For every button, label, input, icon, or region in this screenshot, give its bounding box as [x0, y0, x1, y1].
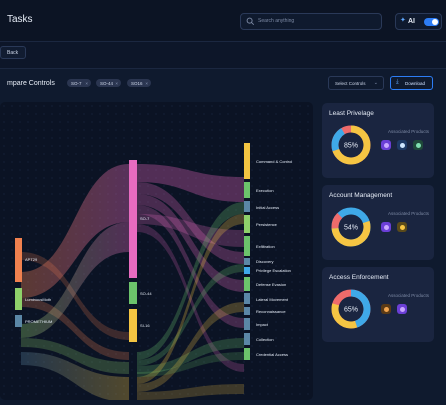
associated-products-label: Associated Products: [387, 211, 429, 216]
product-icon[interactable]: [397, 140, 407, 150]
product-icon[interactable]: [381, 222, 391, 232]
node-credential-access[interactable]: [244, 348, 250, 360]
node-lateral-movement[interactable]: [244, 293, 250, 304]
label-si-16: SI-16: [140, 323, 150, 328]
label-apt29: APT29: [25, 257, 38, 262]
donut-chart: 85%: [331, 125, 371, 165]
search-placeholder: Search anything: [258, 18, 295, 24]
donut-chart: 65%: [331, 289, 371, 329]
label-privilege-escalation: Privilege Escalation: [256, 268, 291, 273]
node-privilege-escalation[interactable]: [244, 267, 250, 274]
label-so-7: SO-7: [140, 216, 150, 221]
node-apt29[interactable]: [15, 238, 22, 282]
download-label: Download: [405, 81, 426, 86]
sankey-chart: APT29 LuminousMoth PROMETHIUM SO-7 SO-44…: [0, 102, 313, 400]
node-reconnaissance[interactable]: [244, 307, 250, 315]
page-title: Tasks: [7, 14, 33, 25]
label-promethium: PROMETHIUM: [25, 319, 53, 324]
associated-products-label: Associated Products: [387, 129, 429, 134]
label-initial-access: Initial Access: [256, 205, 280, 210]
donut-percent: 54%: [344, 225, 358, 232]
card-access-enforcement[interactable]: Access Enforcement 65% Associated Produc…: [322, 267, 434, 342]
node-so-7[interactable]: [129, 160, 137, 278]
card-least-privilege[interactable]: Least Privelage 85% Associated Products: [322, 103, 434, 178]
ai-label: AI: [408, 18, 415, 25]
donut-chart: 54%: [331, 207, 371, 247]
node-command-control[interactable]: [244, 143, 250, 179]
node-collection[interactable]: [244, 333, 250, 345]
label-defense-evasion: Defense Evasion: [256, 282, 287, 287]
label-collection: Collection: [256, 337, 274, 342]
label-exfiltration: Exfiltration: [256, 244, 275, 249]
product-icon[interactable]: [381, 140, 391, 150]
compare-title: mpare Controls: [7, 80, 55, 87]
node-promethium[interactable]: [15, 315, 22, 327]
card-account-management[interactable]: Account Management 54% Associated Produc…: [322, 185, 434, 260]
back-button[interactable]: Back: [0, 46, 26, 59]
label-impact: Impact: [256, 322, 269, 327]
top-bar: Tasks Search anything ✦ AI: [0, 0, 446, 42]
close-icon[interactable]: ×: [85, 81, 88, 86]
compare-panel: mpare Controls SO-7 × SO-44 × SO16 × Select…: [0, 68, 446, 405]
label-persistence: Persistence: [256, 222, 277, 227]
node-luminousmoth[interactable]: [15, 288, 22, 310]
node-initial-access[interactable]: [244, 201, 250, 212]
select-label: Select Controls: [335, 81, 366, 86]
node-exfiltration[interactable]: [244, 236, 250, 256]
chip-label: SO-44: [100, 80, 114, 86]
chip-label: SO16: [131, 80, 143, 86]
label-reconnaissance: Reconnaissance: [256, 309, 286, 314]
select-controls-dropdown[interactable]: Select Controls ⌄: [328, 76, 384, 90]
card-title: Least Privelage: [329, 110, 374, 117]
search-icon: [246, 17, 255, 26]
download-icon: ⤓: [396, 79, 399, 85]
node-defense-evasion[interactable]: [244, 277, 250, 291]
donut-percent: 65%: [344, 307, 358, 314]
product-icon[interactable]: [397, 304, 407, 314]
chevron-down-icon: ⌄: [373, 80, 378, 86]
label-credential-access: Credential Access: [256, 352, 289, 357]
label-luminousmoth: LuminousMoth: [25, 297, 52, 302]
ai-toggle-box[interactable]: ✦ AI: [395, 13, 442, 30]
close-icon[interactable]: ×: [115, 81, 118, 86]
associated-products-label: Associated Products: [387, 293, 429, 298]
label-execution: Execution: [256, 188, 274, 193]
search-input[interactable]: Search anything: [240, 13, 382, 30]
card-title: Account Management: [329, 192, 393, 199]
chip-label: SO-7: [71, 80, 82, 86]
chip-so16[interactable]: SO16 ×: [127, 79, 151, 87]
node-so-44[interactable]: [129, 282, 137, 304]
product-icon[interactable]: [413, 140, 423, 150]
chip-so-7[interactable]: SO-7 ×: [67, 79, 91, 87]
label-lateral-movement: Lateral Movement: [256, 297, 289, 302]
label-discovery: Discovery: [256, 259, 274, 264]
chip-so-44[interactable]: SO-44 ×: [96, 79, 121, 87]
node-discovery[interactable]: [244, 258, 250, 265]
label-so-44: SO-44: [140, 291, 152, 296]
node-impact[interactable]: [244, 318, 250, 330]
product-icon[interactable]: [381, 304, 391, 314]
donut-percent: 85%: [344, 143, 358, 150]
node-persistence[interactable]: [244, 215, 250, 233]
node-si-16[interactable]: [129, 309, 137, 342]
ai-toggle-switch[interactable]: [424, 18, 439, 26]
label-command-control: Command & Control: [256, 159, 293, 164]
close-icon[interactable]: ×: [145, 81, 148, 86]
node-execution[interactable]: [244, 182, 250, 198]
sparkle-icon: ✦: [400, 17, 406, 24]
card-title: Access Enforcement: [329, 274, 389, 281]
download-button[interactable]: ⤓ Download: [390, 76, 433, 90]
product-icon[interactable]: [397, 222, 407, 232]
